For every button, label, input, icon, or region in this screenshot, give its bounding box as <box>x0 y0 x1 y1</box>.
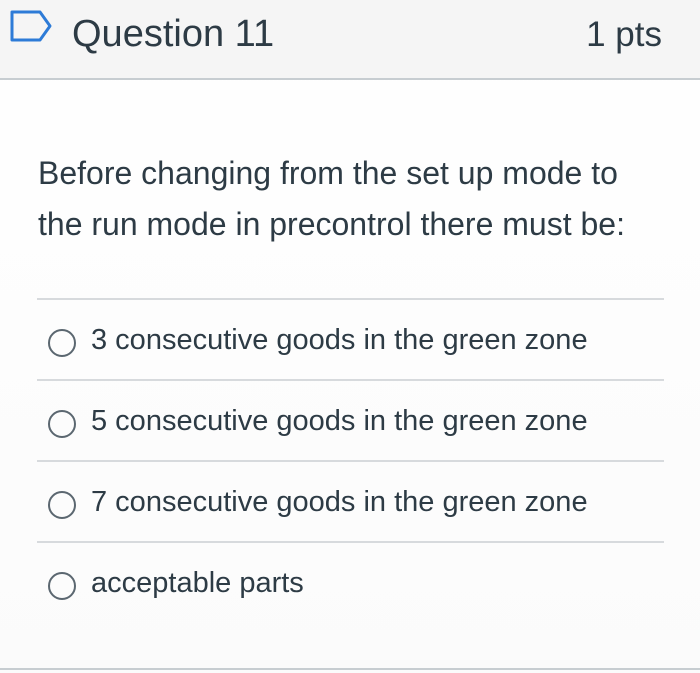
answer-option-label[interactable]: 7 consecutive goods in the green zone <box>91 482 588 522</box>
radio-button-icon[interactable] <box>48 329 76 357</box>
answer-list: 3 consecutive goods in the green zone 5 … <box>37 298 664 622</box>
quiz-question-page: Question 11 1 pts Before changing from t… <box>0 0 700 673</box>
answer-option-3[interactable]: 7 consecutive goods in the green zone <box>37 460 664 541</box>
flag-outline-icon <box>10 10 52 42</box>
question-prompt: Before changing from the set up mode to … <box>38 155 625 242</box>
question-points: 1 pts <box>586 15 662 54</box>
radio-button-icon[interactable] <box>48 410 76 438</box>
question-header: Question 11 1 pts <box>0 0 700 80</box>
flag-icon[interactable] <box>9 9 53 43</box>
question-title: Question 11 <box>72 13 275 55</box>
radio-button-icon[interactable] <box>48 491 76 519</box>
answer-option-2[interactable]: 5 consecutive goods in the green zone <box>37 379 664 460</box>
answer-option-4[interactable]: acceptable parts <box>37 541 664 622</box>
bottom-divider <box>0 668 700 670</box>
answer-option-label[interactable]: 5 consecutive goods in the green zone <box>91 401 588 441</box>
radio-button-icon[interactable] <box>48 572 76 600</box>
answer-option-label[interactable]: acceptable parts <box>91 563 304 603</box>
answer-option-label[interactable]: 3 consecutive goods in the green zone <box>91 320 588 360</box>
answer-option-1[interactable]: 3 consecutive goods in the green zone <box>37 298 664 379</box>
